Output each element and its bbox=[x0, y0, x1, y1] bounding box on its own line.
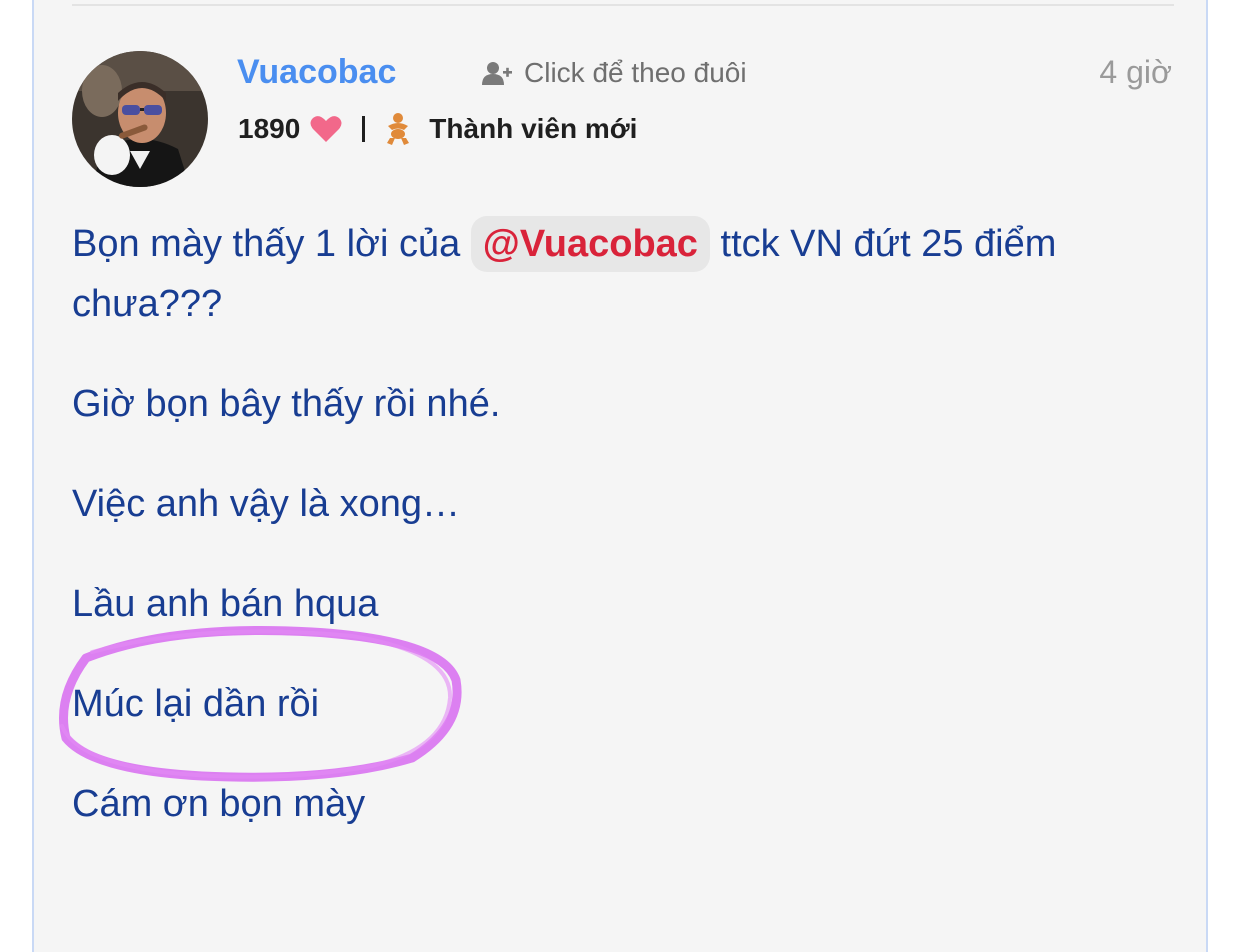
rank-label: Thành viên mới bbox=[429, 113, 638, 144]
paragraph: Múc lại dần rồi bbox=[72, 683, 320, 725]
post-time: 4 giờ bbox=[1099, 54, 1172, 90]
post-body: Bọn mày thấy 1 lời của @Vuacobac ttck VN… bbox=[72, 214, 1172, 874]
author-name[interactable]: Vuacobac bbox=[237, 50, 396, 94]
mention-tag[interactable]: @Vuacobac bbox=[470, 216, 710, 272]
author-stats: 1890 Thành viên mới bbox=[238, 108, 637, 150]
follow-label: Click để theo đuôi bbox=[524, 57, 747, 88]
avatar[interactable] bbox=[72, 51, 208, 187]
paragraph: Bọn mày thấy 1 lời của @Vuacobac ttck VN… bbox=[72, 214, 1172, 334]
paragraph: Giờ bọn bây thấy rồi nhé. bbox=[72, 383, 501, 425]
user-plus-icon bbox=[482, 62, 512, 85]
points-count: 1890 bbox=[238, 113, 301, 144]
separator bbox=[362, 116, 366, 142]
divider bbox=[72, 4, 1174, 6]
heart-icon bbox=[310, 116, 342, 142]
paragraph: Cám ơn bọn mày bbox=[72, 783, 366, 825]
paragraph-text: Bọn mày thấy 1 lời của bbox=[72, 223, 471, 265]
baby-rank-icon bbox=[387, 113, 410, 145]
paragraph: Lầu anh bán hqua bbox=[72, 583, 379, 625]
paragraph: Việc anh vậy là xong… bbox=[72, 483, 460, 525]
follow-button[interactable]: Click để theo đuôi bbox=[482, 53, 747, 93]
